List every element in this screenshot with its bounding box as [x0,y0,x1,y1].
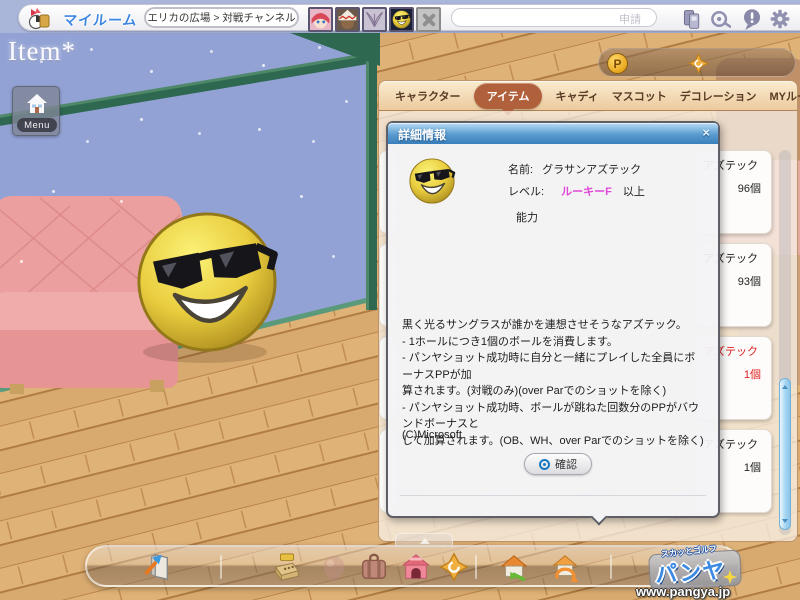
top-bar: マイルーム エリカの広場 > 対戦チャンネル 申請 [18,4,800,32]
pangya-logo: スカッとゴルフ パンヤ www.pangya.jp [635,544,755,600]
close-icon[interactable]: × [702,125,710,140]
house-icon [27,94,47,113]
caddie-avatar [338,9,357,30]
item-name-row: 名前: グラサンアズテック [508,161,641,177]
logo-sparkle-icon [723,570,737,584]
exit-door-icon[interactable] [142,552,172,582]
menu-button-label: Menu [17,118,57,132]
site-url: www.pangya.jp [636,584,731,599]
scrollbar-thumb[interactable] [779,378,791,530]
phone-icon[interactable] [681,8,703,30]
toolbar-divider [475,555,477,579]
slot-caddie-avatar[interactable] [335,7,360,32]
breadcrumb: エリカの広場 > 対戦チャンネル [144,7,299,28]
confirm-button-label: 確認 [555,459,577,471]
character-avatar [311,13,330,29]
clubset-wings-avatar [366,11,383,27]
level-label: レベル: [508,186,545,198]
slot-ball-avatar[interactable] [389,7,414,32]
tab-mascot[interactable]: マスコット [612,88,667,104]
ability-label: 能力 [516,212,538,224]
disabled-mascot-icon [323,555,345,582]
slot-character-avatar[interactable] [308,7,333,32]
notice-icon[interactable] [741,8,763,30]
dialog-divider [400,495,706,496]
name-value: グラサンアズテック [542,164,642,176]
dialog-title: 詳細情報 [398,128,447,142]
tab-character[interactable]: キャラクター [395,88,461,104]
confirm-button[interactable]: 確認 [524,453,592,475]
horn-icon[interactable] [709,8,731,30]
request-button[interactable]: 申請 [619,11,641,27]
doghouse-icon[interactable] [401,552,431,582]
copyright-text: (C)Microsoft [402,429,462,441]
currency-bar: P [598,48,796,77]
level-suffix: 以上 [622,186,645,198]
room-button[interactable]: マイルーム [62,10,139,30]
change-room-icon[interactable] [550,552,580,582]
item-level-row: レベル: ルーキーF 以上 [508,183,645,199]
suitcase-icon[interactable] [359,552,389,582]
tab-item[interactable]: アイテム [473,82,543,116]
pangya-myroom-screen: マイルーム エリカの広場 > 対戦チャンネル 申請 Item* Menu P キ… [0,0,800,600]
slot-clubset-avatar[interactable] [362,7,387,32]
cash-register-icon[interactable] [272,552,302,582]
item-icon-sunglasses-aztec [408,157,456,205]
sunglasses-smiley-character [130,205,283,358]
cookie-star-icon [687,52,710,75]
level-value: ルーキーF [561,186,612,198]
pangya-star-icon[interactable] [439,552,469,582]
tab-caddie[interactable]: キャディ [555,88,598,104]
empty-slot-x-icon [422,13,435,26]
name-label: 名前: [508,164,534,176]
aztec-avatar [392,10,411,29]
toolbar-divider [610,555,612,579]
page-title: Item* [8,36,76,66]
tab-myroom[interactable]: MYルーム [769,88,800,104]
slot-empty[interactable] [416,7,441,32]
myroom-icon [28,8,50,30]
confirm-radio-icon [539,458,550,470]
toolbar-divider [220,555,222,579]
dialog-header: 詳細情報 × [388,123,718,144]
menu-button[interactable]: Menu [12,86,60,136]
item-panel-tabs: キャラクター アイテム キャディ マスコット デコレーション MYルーム マイボ… [378,80,800,116]
pang-coin-icon: P [607,53,628,74]
settings-gear-icon[interactable] [769,8,791,30]
go-home-icon[interactable] [499,552,529,582]
detail-dialog: 詳細情報 × 名前: グラサンアズテック レベル: ルーキーF 以上 能力 黒く… [386,121,720,526]
tab-decoration[interactable]: デコレーション [680,88,757,104]
